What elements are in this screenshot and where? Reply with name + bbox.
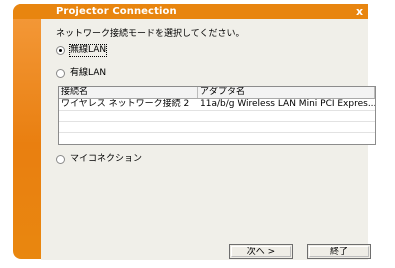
row-divider	[59, 110, 375, 111]
cell-adapter-name: 11a/b/g Wireless LAN Mini PCI Expres...	[200, 99, 375, 109]
radio-button[interactable]	[56, 68, 65, 78]
close-button[interactable]: x	[354, 6, 365, 17]
table-row[interactable]: ワイヤレス ネットワーク接続 2 11a/b/g Wireless LAN Mi…	[59, 99, 375, 109]
radio-button-selected[interactable]	[56, 45, 65, 55]
radio-my-connection[interactable]: マイコネクション	[56, 153, 142, 165]
window-title: Projector Connection	[56, 6, 177, 17]
radio-wireless-lan-label: 無線LAN	[68, 43, 108, 57]
column-adapter-name[interactable]: アダプタ名	[198, 87, 375, 98]
column-connection-name[interactable]: 接続名	[59, 87, 198, 98]
radio-wired-lan-label: 有線LAN	[70, 67, 107, 78]
radio-button[interactable]	[56, 154, 65, 164]
row-divider	[59, 121, 375, 122]
next-button[interactable]: 次へ >	[229, 244, 293, 259]
instruction-text: ネットワーク接続モードを選択してください。	[56, 29, 245, 39]
row-divider	[59, 132, 375, 133]
cell-connection-name: ワイヤレス ネットワーク接続 2	[61, 99, 190, 109]
finish-button[interactable]: 終了	[307, 244, 371, 259]
radio-wired-lan[interactable]: 有線LAN	[56, 67, 106, 79]
list-header: 接続名 アダプタ名	[59, 87, 375, 99]
adapter-list[interactable]: 接続名 アダプタ名 ワイヤレス ネットワーク接続 2 11a/b/g Wirel…	[58, 86, 376, 145]
orange-sidebar	[13, 4, 41, 259]
radio-wireless-lan[interactable]: 無線LAN	[56, 43, 108, 57]
radio-my-connection-label: マイコネクション	[70, 153, 143, 164]
